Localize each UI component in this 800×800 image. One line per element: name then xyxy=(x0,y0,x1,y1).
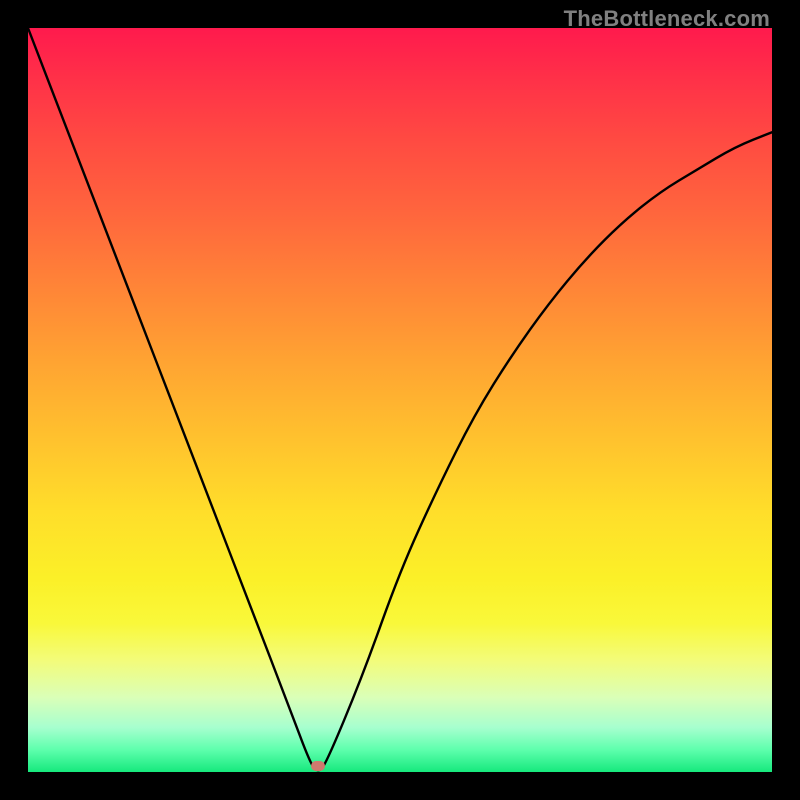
optimal-point-marker xyxy=(311,761,325,771)
chart-plot-area xyxy=(28,28,772,772)
bottleneck-curve xyxy=(28,28,772,772)
watermark-text: TheBottleneck.com xyxy=(564,6,770,32)
